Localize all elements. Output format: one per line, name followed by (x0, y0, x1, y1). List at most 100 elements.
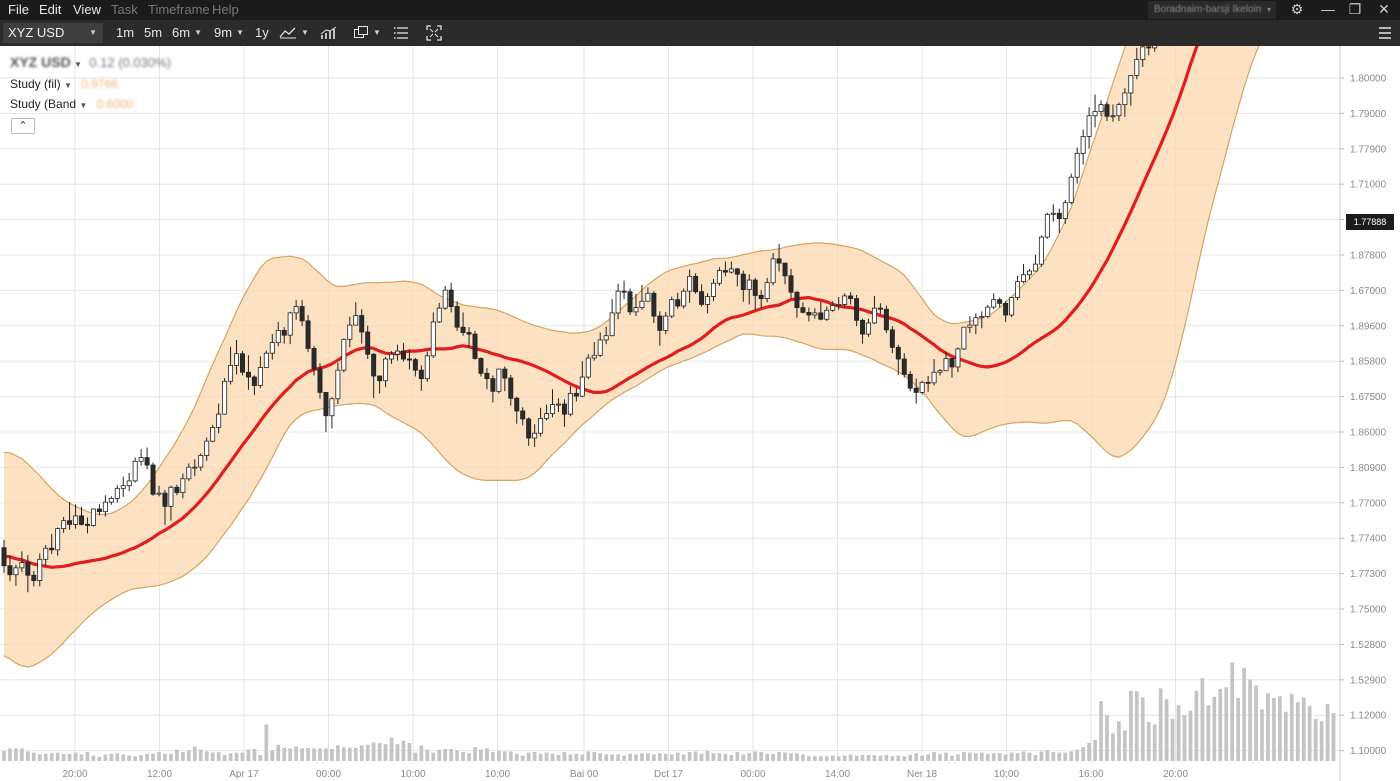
candle (108, 496, 114, 505)
candle-body (836, 304, 842, 306)
candle-body (502, 368, 508, 379)
candle-body (555, 403, 561, 406)
legend-study2-row[interactable]: Study (Band ▼ 0.6000 (10, 97, 133, 111)
symbol-selector[interactable]: XYZ USD ▼ (3, 23, 103, 43)
minimize-button[interactable]: — (1315, 0, 1341, 20)
menu-help[interactable]: Help (212, 2, 239, 18)
volume-bar (556, 755, 561, 761)
candle-body (424, 355, 430, 380)
candle-body (776, 258, 782, 264)
volume-bar (818, 756, 823, 761)
candle-body (877, 307, 883, 310)
candle-body (1128, 75, 1134, 94)
timeframe-6m-button[interactable]: 6m ▼ (172, 23, 202, 43)
volume-bar (192, 746, 197, 761)
line-style-button[interactable]: ▼ (279, 23, 309, 43)
profile-name: Boradnaim-barsji Ikeloin (1154, 4, 1262, 15)
candle-body (1086, 115, 1092, 137)
close-button[interactable]: ✕ (1371, 0, 1397, 20)
candle-body (973, 317, 979, 326)
x-tick-label: 10:00 (994, 769, 1019, 780)
candle (210, 424, 216, 443)
volume-bar (359, 745, 364, 761)
menu-task[interactable]: Task (111, 2, 138, 18)
volume-bar (771, 753, 775, 761)
candle-body (251, 376, 257, 386)
menu-edit[interactable]: Edit (39, 2, 61, 18)
volume-bar (514, 753, 519, 761)
menu-file[interactable]: File (8, 2, 29, 18)
volume-bar (1087, 743, 1091, 761)
hamburger-menu-button[interactable] (1377, 25, 1395, 41)
candle-body (1026, 270, 1032, 276)
candle-body (317, 368, 323, 393)
volume-bar (1301, 697, 1306, 761)
volume-bar (31, 752, 36, 761)
volume-bar (1260, 709, 1264, 761)
candle (681, 288, 687, 309)
volume-bar (1140, 697, 1145, 761)
volume-bar (491, 752, 495, 761)
candle-body (818, 312, 824, 320)
candle-body (997, 299, 1003, 304)
volume-bar (497, 750, 501, 761)
settings-gear-icon[interactable]: ⚙ (1284, 0, 1310, 20)
candle-body (597, 339, 603, 356)
volume-bar (210, 752, 215, 761)
volume-bar (985, 753, 990, 761)
volume-bar (544, 752, 549, 761)
candle-body (430, 321, 436, 357)
candle-body (192, 466, 198, 469)
volume-bar (198, 749, 203, 761)
indicators-button[interactable] (320, 25, 338, 41)
volume-bar (1254, 685, 1258, 761)
profile-selector[interactable]: Boradnaim-barsji Ikeloin ▾ (1148, 1, 1276, 19)
candle-body (573, 393, 579, 397)
timeframe-1m-button[interactable]: 1m (116, 23, 134, 43)
volume-bar (216, 752, 221, 761)
legend-symbol[interactable]: XYZ USD (10, 54, 71, 70)
candle (126, 472, 132, 491)
volume-bar (956, 754, 960, 761)
chevron-down-icon[interactable]: ▼ (74, 60, 82, 69)
candle-body (758, 295, 764, 299)
timeframe-9m-button[interactable]: 9m ▼ (214, 23, 244, 43)
volume-bar (646, 753, 650, 761)
candle (621, 280, 627, 300)
menu-timeframe[interactable]: Timeframe (148, 2, 210, 18)
timeframe-5m-button[interactable]: 5m (144, 23, 162, 43)
hamburger-icon (1379, 27, 1391, 39)
candle-body (287, 312, 293, 336)
candle-body (281, 329, 287, 336)
volume-bar (1051, 752, 1056, 761)
volume-bar (127, 755, 132, 761)
price-chart[interactable]: 1.80000 1.79000 1.77900 1.71000 1.77888 1.878… (0, 46, 1400, 781)
volume-bar (449, 749, 454, 761)
last-price-tag: 1.77888 (1346, 214, 1394, 230)
volume-bar (1057, 752, 1062, 761)
volume-bar (264, 724, 269, 761)
collapse-legend-button[interactable]: ⌃ (11, 118, 35, 134)
layout-button[interactable]: ▼ (353, 23, 381, 43)
y-tick-label: 1.77900 (1350, 144, 1387, 155)
candle-body (1122, 92, 1128, 106)
list-button[interactable] (393, 25, 411, 41)
volume-bar (455, 750, 459, 761)
timeframe-1y-button[interactable]: 1y (255, 23, 269, 43)
volume-bar (365, 744, 370, 761)
volume-bar (997, 753, 1002, 761)
candle-body (1044, 213, 1050, 238)
x-tick-label: Apr 17 (229, 769, 259, 780)
candle-body (180, 478, 186, 493)
chart-area[interactable]: 1.80000 1.79000 1.77900 1.71000 1.77888 1.878… (0, 46, 1400, 781)
legend-study1-row[interactable]: Study (ﬁl) ▼ 0.9766 (10, 77, 118, 91)
fullscreen-button[interactable] (426, 25, 444, 41)
x-tick-label: 20:00 (1163, 769, 1188, 780)
menu-view[interactable]: View (73, 2, 101, 18)
candle (585, 354, 591, 380)
volume-bar (926, 754, 930, 761)
volume-bar (1188, 710, 1193, 761)
volume-bar (1069, 751, 1074, 761)
volume-bar (181, 752, 185, 761)
maximize-button[interactable]: ❐ (1342, 0, 1368, 20)
